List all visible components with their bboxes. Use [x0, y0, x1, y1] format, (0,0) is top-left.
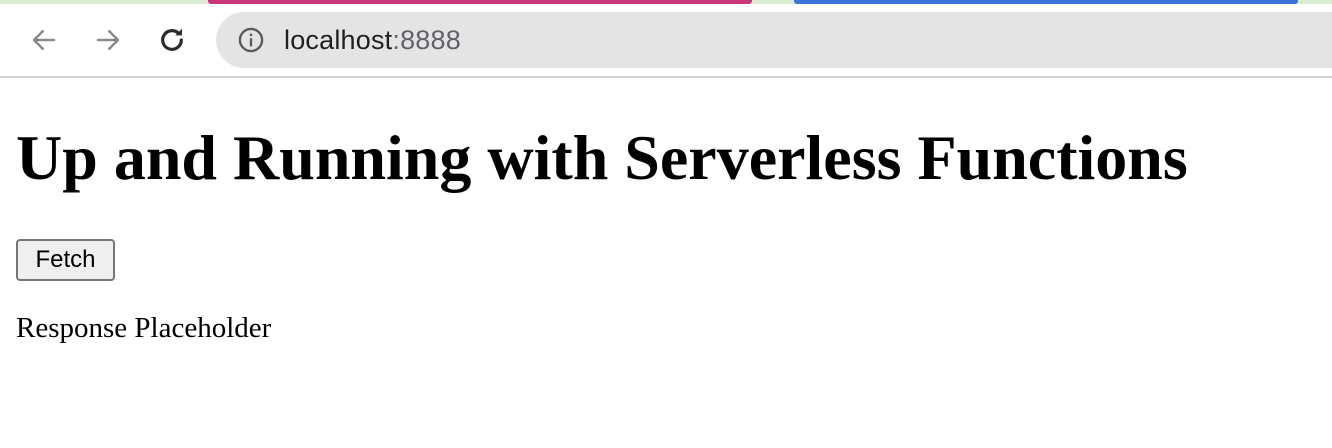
response-text: Response Placeholder [16, 312, 272, 344]
url-host: localhost [284, 24, 393, 55]
page-title: Up and Running with Serverless Functions [16, 122, 1188, 193]
browser-toolbar: localhost:8888 [0, 4, 1332, 78]
url-text[interactable]: localhost:8888 [284, 25, 461, 56]
address-bar[interactable]: localhost:8888 [216, 12, 1332, 68]
info-circle-icon [238, 27, 264, 53]
arrow-left-icon [32, 30, 56, 50]
forward-button[interactable] [88, 20, 128, 60]
arrow-right-icon [96, 30, 120, 50]
site-info-button[interactable] [236, 25, 266, 55]
url-port: :8888 [392, 24, 461, 55]
back-button[interactable] [24, 20, 64, 60]
fetch-button[interactable]: Fetch [16, 239, 115, 281]
reload-button[interactable] [152, 20, 192, 60]
reload-icon [161, 28, 183, 51]
